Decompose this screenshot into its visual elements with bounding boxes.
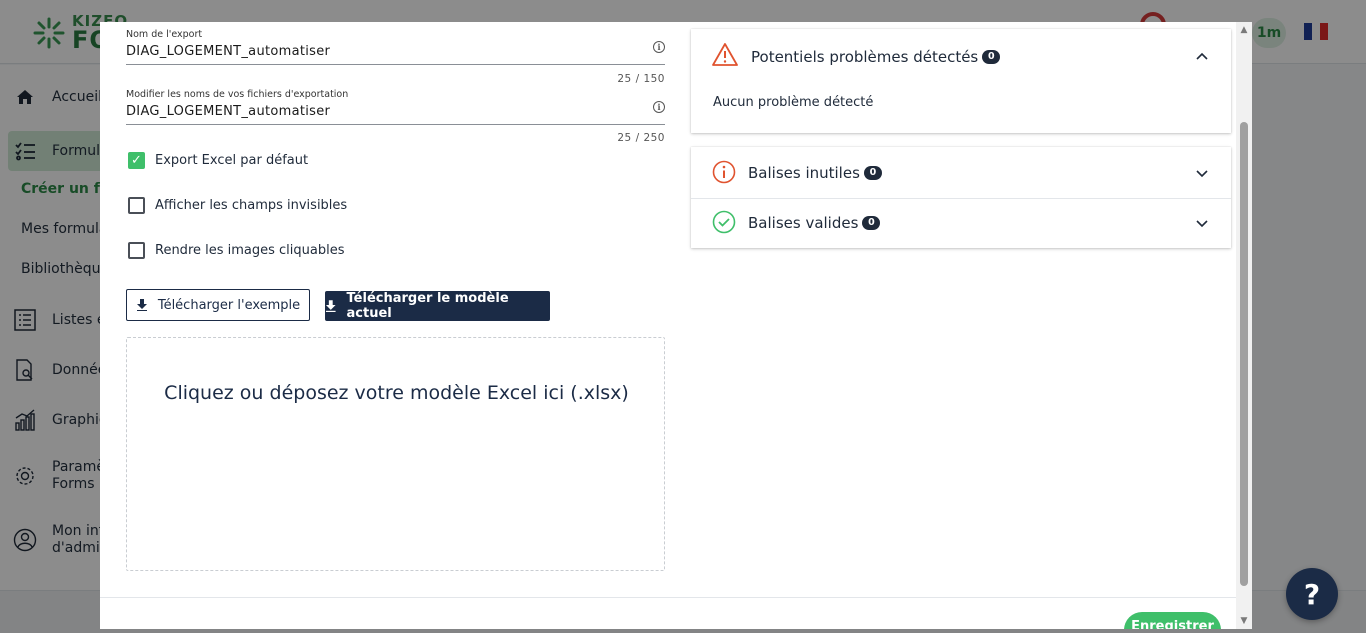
modal-footer: Enregistrer bbox=[100, 597, 1236, 629]
checkbox-label: Export Excel par défaut bbox=[155, 153, 309, 168]
checkbox-show-invisible-fields[interactable]: Afficher les champs invisibles bbox=[128, 197, 347, 214]
help-button[interactable]: ? bbox=[1286, 568, 1338, 620]
download-example-label: Télécharger l'exemple bbox=[157, 297, 301, 313]
export-name-field[interactable]: Nom de l'export DIAG_LOGEMENT_automatise… bbox=[126, 29, 665, 85]
checkbox-label: Afficher les champs invisibles bbox=[155, 198, 348, 213]
valid-tags-header[interactable]: Balises valides 0 bbox=[691, 198, 1231, 248]
download-icon bbox=[136, 299, 147, 311]
modal-content: Nom de l'export DIAG_LOGEMENT_automatise… bbox=[100, 22, 1236, 597]
modal-scrollbar[interactable]: ▲ ▼ bbox=[1236, 22, 1252, 629]
checkbox-unchecked-icon[interactable] bbox=[128, 242, 145, 259]
checkbox-label: Rendre les images cliquables bbox=[155, 243, 345, 258]
info-icon[interactable]: i bbox=[653, 41, 665, 53]
download-current-template-button[interactable]: Télécharger le modèle actuel bbox=[325, 291, 550, 321]
potential-problems-header[interactable]: Potentiels problèmes détectés 0 bbox=[691, 29, 1231, 85]
export-name-input[interactable]: DIAG_LOGEMENT_automatiser bbox=[126, 44, 665, 65]
warning-triangle-icon bbox=[712, 43, 738, 66]
download-icon bbox=[325, 300, 336, 312]
dropzone-text: Cliquez ou déposez votre modèle Excel ic… bbox=[164, 382, 629, 404]
export-name-label: Nom de l'export bbox=[126, 29, 203, 40]
check-circle-icon bbox=[712, 210, 736, 234]
useless-tags-title: Balises inutiles 0 bbox=[748, 164, 882, 182]
excel-template-dropzone[interactable]: Cliquez ou déposez votre modèle Excel ic… bbox=[126, 337, 665, 571]
chevron-down-icon[interactable] bbox=[1195, 216, 1209, 230]
chevron-up-icon[interactable] bbox=[1195, 50, 1209, 64]
count-badge: 0 bbox=[862, 216, 881, 230]
download-example-button[interactable]: Télécharger l'exemple bbox=[126, 289, 310, 321]
checkbox-clickable-images[interactable]: Rendre les images cliquables bbox=[128, 242, 345, 259]
count-badge: 0 bbox=[863, 166, 882, 180]
info-icon[interactable]: i bbox=[653, 101, 665, 113]
file-names-field[interactable]: Modifier les noms de vos fichiers d'expo… bbox=[126, 89, 665, 144]
scroll-up-icon[interactable]: ▲ bbox=[1239, 25, 1249, 35]
download-current-label: Télécharger le modèle actuel bbox=[346, 291, 509, 321]
checkbox-checked-icon[interactable]: ✓ bbox=[128, 152, 145, 169]
no-problem-detected-text: Aucun problème détecté bbox=[713, 95, 874, 110]
file-names-counter: 25 / 250 bbox=[617, 132, 665, 144]
tags-panel: Balises inutiles 0 Balises valides 0 bbox=[691, 147, 1231, 248]
file-names-label: Modifier les noms de vos fichiers d'expo… bbox=[126, 89, 349, 100]
chevron-down-icon[interactable] bbox=[1195, 166, 1209, 180]
potential-problems-panel: Potentiels problèmes détectés 0 Aucun pro… bbox=[691, 29, 1231, 133]
file-names-input[interactable]: DIAG_LOGEMENT_automatiser bbox=[126, 104, 665, 125]
info-circle-icon bbox=[712, 160, 736, 184]
useless-tags-header[interactable]: Balises inutiles 0 bbox=[691, 147, 1231, 197]
export-settings-modal: Nom de l'export DIAG_LOGEMENT_automatise… bbox=[100, 22, 1252, 629]
checkbox-export-excel-default[interactable]: ✓ Export Excel par défaut bbox=[128, 152, 308, 169]
potential-problems-title: Potentiels problèmes détectés 0 bbox=[751, 48, 1001, 66]
save-button[interactable]: Enregistrer bbox=[1124, 612, 1221, 629]
valid-tags-title: Balises valides 0 bbox=[748, 214, 881, 232]
checkbox-unchecked-icon[interactable] bbox=[128, 197, 145, 214]
scroll-down-icon[interactable]: ▼ bbox=[1239, 616, 1249, 626]
scrollbar-thumb[interactable] bbox=[1240, 122, 1248, 586]
export-name-counter: 25 / 150 bbox=[617, 73, 665, 85]
count-badge: 0 bbox=[982, 50, 1001, 64]
